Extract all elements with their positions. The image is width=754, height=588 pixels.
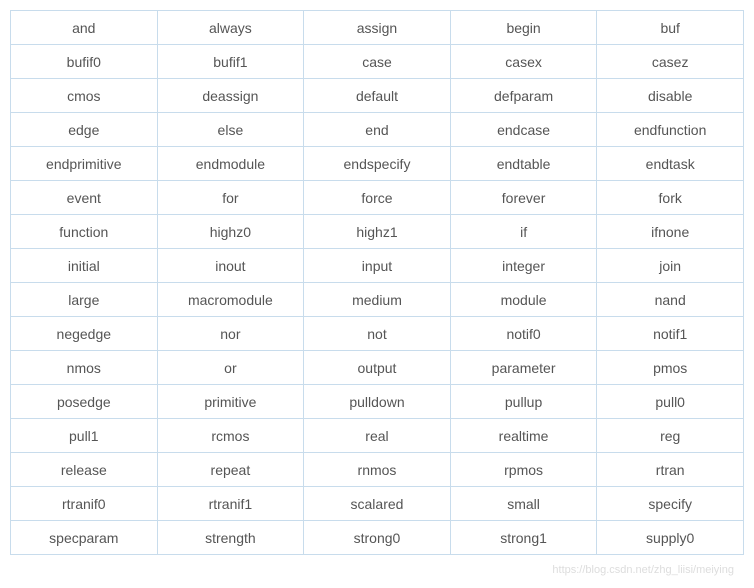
- table-cell: realtime: [450, 419, 597, 453]
- table-cell: negedge: [11, 317, 158, 351]
- table-cell: notif1: [597, 317, 744, 351]
- table-cell: rpmos: [450, 453, 597, 487]
- table-cell: not: [304, 317, 451, 351]
- table-cell: defparam: [450, 79, 597, 113]
- table-cell: primitive: [157, 385, 304, 419]
- table-cell: endmodule: [157, 147, 304, 181]
- table-cell: nmos: [11, 351, 158, 385]
- table-cell: casex: [450, 45, 597, 79]
- table-row: releaserepeatrnmosrpmosrtran: [11, 453, 744, 487]
- table-cell: endfunction: [597, 113, 744, 147]
- table-cell: rcmos: [157, 419, 304, 453]
- table-cell: rtran: [597, 453, 744, 487]
- table-cell: edge: [11, 113, 158, 147]
- table-cell: join: [597, 249, 744, 283]
- table-cell: else: [157, 113, 304, 147]
- table-row: bufif0bufif1casecasexcasez: [11, 45, 744, 79]
- table-cell: case: [304, 45, 451, 79]
- table-cell: cmos: [11, 79, 158, 113]
- table-cell: pulldown: [304, 385, 451, 419]
- table-cell: endspecify: [304, 147, 451, 181]
- table-cell: fork: [597, 181, 744, 215]
- table-cell: rnmos: [304, 453, 451, 487]
- watermark: https://blog.csdn.net/zhg_liisi/meiying: [552, 564, 734, 576]
- table-cell: disable: [597, 79, 744, 113]
- table-row: negedgenornotnotif0notif1: [11, 317, 744, 351]
- table-row: posedgeprimitivepulldownpulluppull0: [11, 385, 744, 419]
- table-cell: endcase: [450, 113, 597, 147]
- table-cell: strong0: [304, 521, 451, 555]
- table-cell: pull0: [597, 385, 744, 419]
- table-cell: for: [157, 181, 304, 215]
- table-cell: and: [11, 11, 158, 45]
- table-cell: rtranif0: [11, 487, 158, 521]
- table-cell: buf: [597, 11, 744, 45]
- table-cell: rtranif1: [157, 487, 304, 521]
- table-cell: always: [157, 11, 304, 45]
- table-cell: begin: [450, 11, 597, 45]
- table-cell: initial: [11, 249, 158, 283]
- table-cell: reg: [597, 419, 744, 453]
- table-cell: assign: [304, 11, 451, 45]
- table-row: largemacromodulemediummodulenand: [11, 283, 744, 317]
- table-row: cmosdeassigndefaultdefparamdisable: [11, 79, 744, 113]
- table-cell: ifnone: [597, 215, 744, 249]
- table-row: pull1rcmosrealrealtimereg: [11, 419, 744, 453]
- table-cell: module: [450, 283, 597, 317]
- table-cell: small: [450, 487, 597, 521]
- table-cell: default: [304, 79, 451, 113]
- table-cell: highz0: [157, 215, 304, 249]
- table-cell: endtable: [450, 147, 597, 181]
- table-cell: if: [450, 215, 597, 249]
- table-cell: specify: [597, 487, 744, 521]
- table-cell: endprimitive: [11, 147, 158, 181]
- table-cell: deassign: [157, 79, 304, 113]
- table-cell: integer: [450, 249, 597, 283]
- table-cell: scalared: [304, 487, 451, 521]
- table-cell: release: [11, 453, 158, 487]
- table-row: andalwaysassignbeginbuf: [11, 11, 744, 45]
- table-cell: highz1: [304, 215, 451, 249]
- table-cell: function: [11, 215, 158, 249]
- table-cell: pullup: [450, 385, 597, 419]
- table-cell: bufif1: [157, 45, 304, 79]
- table-cell: repeat: [157, 453, 304, 487]
- table-cell: or: [157, 351, 304, 385]
- table-cell: large: [11, 283, 158, 317]
- table-cell: nand: [597, 283, 744, 317]
- table-cell: end: [304, 113, 451, 147]
- table-cell: specparam: [11, 521, 158, 555]
- table-cell: strong1: [450, 521, 597, 555]
- table-cell: bufif0: [11, 45, 158, 79]
- table-cell: force: [304, 181, 451, 215]
- table-cell: posedge: [11, 385, 158, 419]
- table-cell: pmos: [597, 351, 744, 385]
- table-cell: inout: [157, 249, 304, 283]
- table-cell: pull1: [11, 419, 158, 453]
- table-row: rtranif0rtranif1scalaredsmallspecify: [11, 487, 744, 521]
- table-row: edgeelseendendcaseendfunction: [11, 113, 744, 147]
- table-row: specparamstrengthstrong0strong1supply0: [11, 521, 744, 555]
- table-cell: medium: [304, 283, 451, 317]
- table-cell: input: [304, 249, 451, 283]
- table-row: functionhighz0highz1ififnone: [11, 215, 744, 249]
- table-cell: event: [11, 181, 158, 215]
- table-row: eventforforceforeverfork: [11, 181, 744, 215]
- table-cell: endtask: [597, 147, 744, 181]
- keywords-table: andalwaysassignbeginbufbufif0bufif1casec…: [10, 10, 744, 555]
- table-cell: nor: [157, 317, 304, 351]
- table-cell: notif0: [450, 317, 597, 351]
- table-cell: forever: [450, 181, 597, 215]
- table-cell: macromodule: [157, 283, 304, 317]
- table-cell: strength: [157, 521, 304, 555]
- table-row: endprimitiveendmoduleendspecifyendtablee…: [11, 147, 744, 181]
- table-cell: supply0: [597, 521, 744, 555]
- table-cell: real: [304, 419, 451, 453]
- table-cell: parameter: [450, 351, 597, 385]
- table-row: initialinoutinputintegerjoin: [11, 249, 744, 283]
- table-row: nmosoroutputparameterpmos: [11, 351, 744, 385]
- table-cell: output: [304, 351, 451, 385]
- table-cell: casez: [597, 45, 744, 79]
